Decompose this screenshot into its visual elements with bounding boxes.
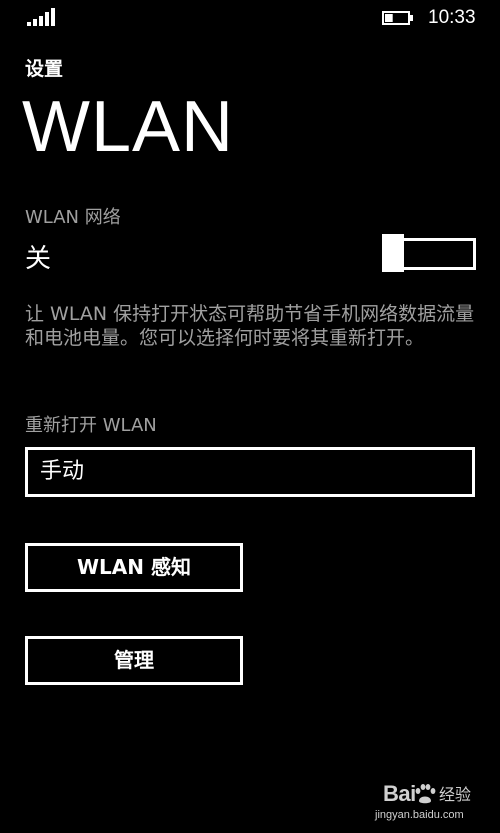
app-title: 设置 [25,58,64,80]
status-time: 10:33 [428,7,476,28]
reopen-wlan-selected-value: 手动 [40,459,85,484]
wlan-network-label: WLAN 网络 [25,207,121,228]
wlan-description: 让 WLAN 保持打开状态可帮助节省手机网络数据流量和电池电量。您可以选择何时要… [25,303,475,349]
watermark-logo: Bai [383,781,416,806]
signal-strength-icon [27,8,55,26]
wlan-sense-button[interactable]: WLAN 感知 [25,543,243,592]
baidu-paw-icon [415,784,436,804]
status-bar: 10:33 [0,0,500,36]
watermark-url: jingyan.baidu.com [375,809,464,821]
baidu-jingyan-watermark: Bai 经验 jingyan.baidu.com [375,780,485,824]
toggle-thumb[interactable] [382,234,404,272]
wlan-toggle-switch[interactable] [382,234,476,272]
watermark-brand: 经验 [439,785,472,804]
battery-icon [382,11,413,25]
page-title: WLAN [22,87,235,167]
wlan-toggle-state: 关 [25,244,52,274]
reopen-wlan-select[interactable]: 手动 [25,447,475,497]
manage-button[interactable]: 管理 [25,636,243,685]
reopen-wlan-label: 重新打开 WLAN [25,415,157,436]
